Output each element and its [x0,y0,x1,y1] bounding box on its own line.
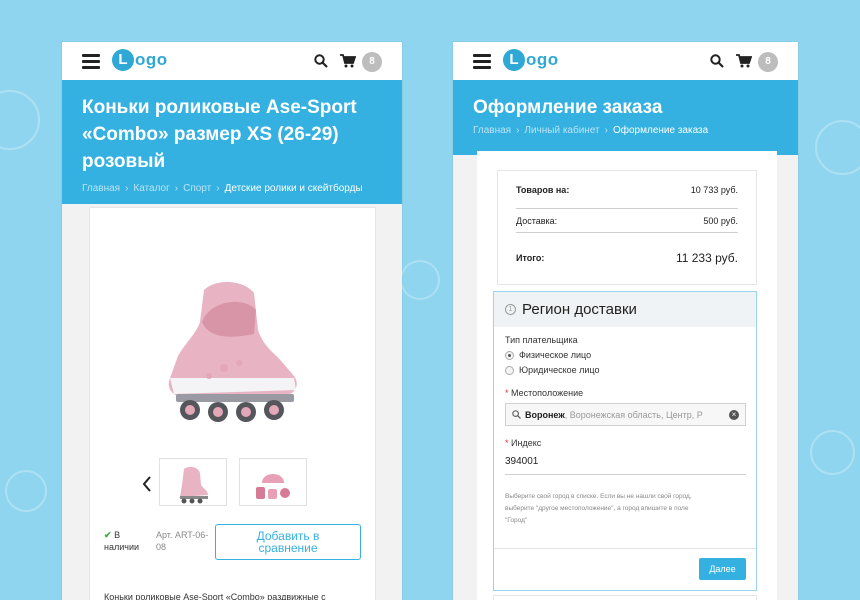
breadcrumb: Главная › Личный кабинет › Оформление заказа [473,125,709,136]
background-doodle [5,470,47,512]
product-description: Коньки роликовые Ase-Sport «Combo» раздв… [104,592,326,600]
region-title: Регион доставки [522,301,637,318]
location-label: * Местоположение [505,388,584,398]
product-card: ✔ В наличии Арт. ART-06- 08 Добавить в с… [89,207,376,600]
thumbnail-skate[interactable] [159,458,227,506]
background-doodle [0,90,40,150]
menu-icon[interactable] [473,54,491,69]
breadcrumb: Главная › Каталог › Спорт › Детские ролики и с… [82,183,363,194]
chevron-left-icon[interactable] [142,476,152,492]
article-number: Арт. ART-06- 08 [156,530,209,552]
logo[interactable]: L ogo [112,49,168,71]
logo[interactable]: L ogo [503,49,559,71]
summary-goods-row: Товаров на: 10 733 руб. [516,171,738,209]
order-summary: Товаров на: 10 733 руб. Доставка: 500 руб.… [497,170,757,285]
step-number-icon: 1 [505,304,516,315]
cart-icon[interactable] [736,54,752,68]
product-title: Коньки роликовые Ase-Sport «Combo» разме… [82,97,357,172]
search-icon[interactable] [710,54,724,68]
cart-count-badge[interactable]: 8 [758,52,778,72]
product-page-mockup: L ogo 8 Коньки роликовые Ase-Sport «Comb… [62,42,402,600]
cart-icon[interactable] [340,54,356,68]
add-to-compare-button[interactable]: Добавить в сравнение [215,524,361,560]
page-title: Оформление заказа [473,97,663,118]
breadcrumb-link[interactable]: Спорт [183,183,211,194]
product-header: Коньки роликовые Ase-Sport «Combo» разме… [62,80,402,204]
checkout-header: Оформление заказа Главная › Личный кабинет… [453,80,798,155]
logo-text: ogo [526,50,559,69]
breadcrumb-current: Оформление заказа [612,125,709,136]
thumbnail-helmet[interactable] [239,458,307,506]
location-input[interactable]: Воронеж, Воронежская область, Центр, Р × [505,403,746,426]
product-image[interactable] [104,238,359,443]
search-icon[interactable] [314,54,328,68]
checkout-page-mockup: L ogo 8 Оформление заказа Главная › Личный… [453,42,798,600]
logo-text: ogo [135,50,168,69]
index-input[interactable]: 394001 [505,455,746,475]
background-doodle [815,120,860,175]
clear-icon[interactable]: × [729,410,739,420]
menu-icon[interactable] [82,54,100,69]
top-bar: L ogo 8 [62,42,402,80]
background-doodle [810,430,855,475]
top-bar: L ogo 8 [453,42,798,80]
background-doodle [400,260,440,300]
radio-checked[interactable] [505,350,514,360]
breadcrumb-link[interactable]: Главная [82,183,120,194]
divider [494,548,756,549]
radio-unchecked[interactable] [505,365,514,375]
breadcrumb-link[interactable]: Главная [473,125,511,136]
index-label: * Индекс [505,438,542,448]
payer-legal-option[interactable]: Юридическое лицо [505,365,600,375]
location-hint: Выберите свой город в списке. Если вы не… [505,493,692,524]
payer-type-label: Тип плательщика [505,335,578,345]
breadcrumb-link[interactable]: Каталог [133,183,169,194]
region-header[interactable]: 1 Регион доставки [494,292,756,327]
delivery-region-section: 1 Регион доставки Тип плательщика Физиче… [493,291,757,591]
stock-status: ✔ В наличии [104,530,139,552]
breadcrumb-link[interactable]: Личный кабинет [524,125,599,136]
logo-mark: L [112,49,134,71]
summary-delivery-row: Доставка: 500 руб. [516,209,738,233]
summary-total-row: Итого: 11 233 руб. [516,251,738,265]
next-section-header[interactable] [493,595,757,600]
next-button[interactable]: Далее [699,558,746,580]
logo-mark: L [503,49,525,71]
breadcrumb-current: Детские ролики и скейтборды [224,183,363,194]
payer-individual-option[interactable]: Физическое лицо [505,350,591,360]
cart-count-badge[interactable]: 8 [362,52,382,72]
search-icon [512,410,521,419]
